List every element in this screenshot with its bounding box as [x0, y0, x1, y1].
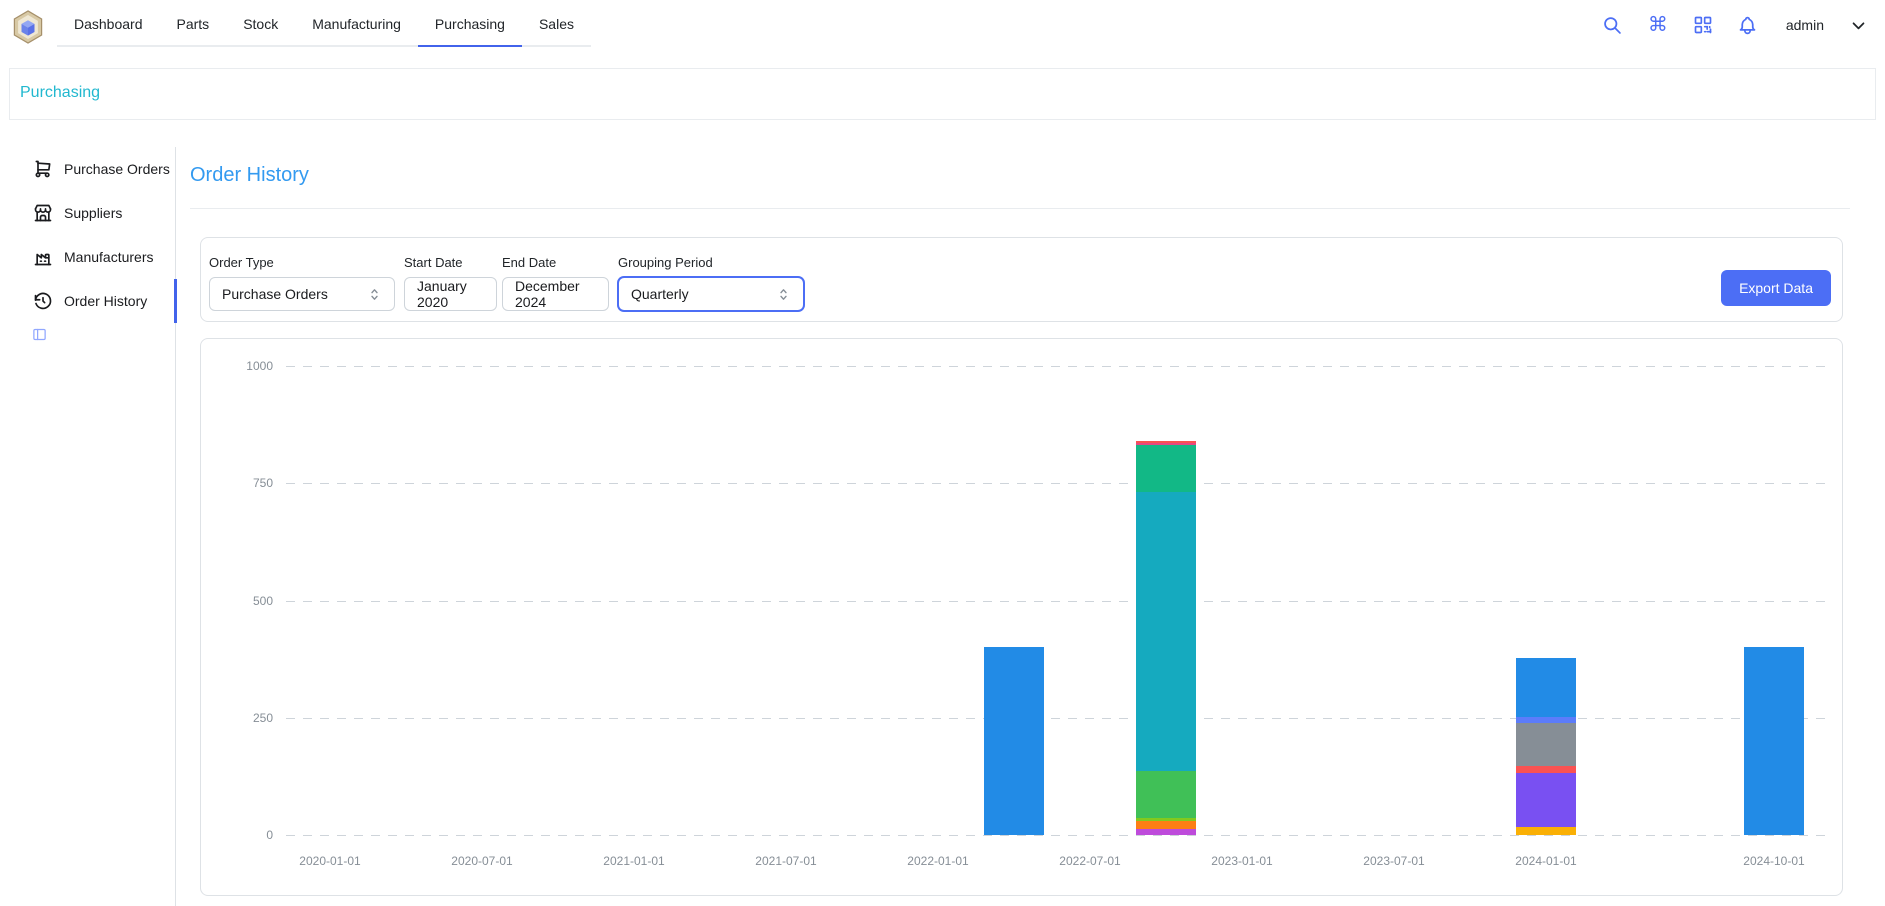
y-tick-label: 0 [213, 827, 273, 843]
active-item-indicator [174, 279, 177, 323]
sidebar-item-purchase-orders[interactable]: Purchase Orders [0, 147, 175, 191]
divider [190, 208, 1850, 209]
username-label: admin [1786, 17, 1824, 33]
tab-manufacturing[interactable]: Manufacturing [295, 2, 418, 47]
chart-plot-area [286, 366, 1831, 835]
order-type-select[interactable]: Purchase Orders [209, 277, 395, 311]
x-tick-label: 2022-01-01 [883, 854, 993, 868]
chart-bar-2024-10-01[interactable] [1744, 647, 1804, 835]
selector-icon [776, 287, 791, 302]
x-tick-label: 2023-07-01 [1339, 854, 1449, 868]
bar-segment [1136, 771, 1196, 818]
bar-segment [1516, 827, 1576, 835]
app-logo-icon[interactable] [12, 10, 44, 44]
chart-bar-2024-01-01[interactable] [1516, 658, 1576, 835]
factory-icon [33, 247, 53, 267]
x-tick-label: 2023-01-01 [1187, 854, 1297, 868]
start-date-label: Start Date [404, 255, 497, 270]
bar-segment [1516, 773, 1576, 827]
tab-parts[interactable]: Parts [160, 2, 227, 47]
grouping-period-select[interactable]: Quarterly [618, 277, 804, 311]
page-title: Order History [190, 164, 309, 187]
bar-segment [1516, 766, 1576, 773]
order-type-label: Order Type [209, 255, 395, 270]
y-gridline [286, 601, 1831, 602]
end-date-label: End Date [502, 255, 609, 270]
shopping-cart-icon [33, 159, 53, 179]
y-gridline [286, 718, 1831, 719]
bar-segment [1516, 658, 1576, 717]
y-tick-label: 500 [213, 593, 273, 609]
sidebar-item-label: Manufacturers [64, 249, 153, 265]
search-icon[interactable] [1602, 14, 1624, 36]
history-icon [33, 291, 53, 311]
sidebar-item-label: Order History [64, 293, 147, 309]
tab-sales[interactable]: Sales [522, 2, 591, 47]
x-tick-label: 2022-07-01 [1035, 854, 1145, 868]
building-store-icon [33, 203, 53, 223]
chart-bar-2022-04-01[interactable] [984, 647, 1044, 835]
filter-panel: Order Type Purchase Orders Start Date Ja… [200, 237, 1843, 322]
sidebar-item-label: Suppliers [64, 205, 122, 221]
bar-segment [1516, 723, 1576, 766]
y-gridline [286, 483, 1831, 484]
grouping-period-label: Grouping Period [618, 255, 804, 270]
tab-purchasing[interactable]: Purchasing [418, 2, 522, 47]
bar-segment [1136, 492, 1196, 771]
chevron-down-icon[interactable] [1847, 14, 1869, 36]
y-tick-label: 1000 [213, 358, 273, 374]
sidebar-item-suppliers[interactable]: Suppliers [0, 191, 175, 235]
tab-dashboard[interactable]: Dashboard [57, 2, 160, 47]
bar-segment [1136, 821, 1196, 829]
y-tick-label: 750 [213, 475, 273, 491]
sidebar-item-manufacturers[interactable]: Manufacturers [0, 235, 175, 279]
collapse-sidebar-icon[interactable] [32, 327, 47, 342]
sidebar-nav: Purchase Orders Suppliers Manufacturers Ord… [0, 147, 176, 906]
y-tick-label: 250 [213, 710, 273, 726]
command-icon[interactable]: ⌘ [1647, 14, 1669, 36]
x-tick-label: 2020-07-01 [427, 854, 537, 868]
nav-tabs: DashboardPartsStockManufacturingPurchasi… [57, 2, 591, 47]
export-data-button[interactable]: Export Data [1721, 270, 1831, 306]
header-actions: ⌘ admin [1602, 0, 1869, 50]
chart-bar-2022-10-01[interactable] [1136, 441, 1196, 835]
tab-stock[interactable]: Stock [226, 2, 295, 47]
bell-icon[interactable] [1737, 14, 1759, 36]
x-tick-label: 2021-01-01 [579, 854, 689, 868]
x-tick-label: 2024-01-01 [1491, 854, 1601, 868]
bar-segment [984, 647, 1044, 835]
bar-segment [1744, 647, 1804, 835]
selector-icon [367, 287, 382, 302]
x-tick-label: 2020-01-01 [275, 854, 385, 868]
bar-segment [1136, 829, 1196, 835]
y-gridline [286, 366, 1831, 367]
x-tick-label: 2024-10-01 [1719, 854, 1829, 868]
bar-segment [1136, 445, 1196, 492]
chart-card: 0 250 500 750 1000 2020-01-01 2020-07-01 2021-0… [200, 338, 1843, 896]
start-date-input[interactable]: January 2020 [404, 277, 497, 311]
sidebar-item-order-history[interactable]: Order History [0, 279, 175, 323]
x-tick-label: 2021-07-01 [731, 854, 841, 868]
qrcode-icon[interactable] [1692, 14, 1714, 36]
breadcrumb: Purchasing [9, 68, 1876, 120]
top-navbar: DashboardPartsStockManufacturingPurchasi… [0, 0, 1885, 56]
end-date-input[interactable]: December 2024 [502, 277, 609, 311]
y-gridline [286, 835, 1831, 836]
sidebar-item-label: Purchase Orders [64, 161, 170, 177]
breadcrumb-link-purchasing[interactable]: Purchasing [20, 84, 100, 102]
